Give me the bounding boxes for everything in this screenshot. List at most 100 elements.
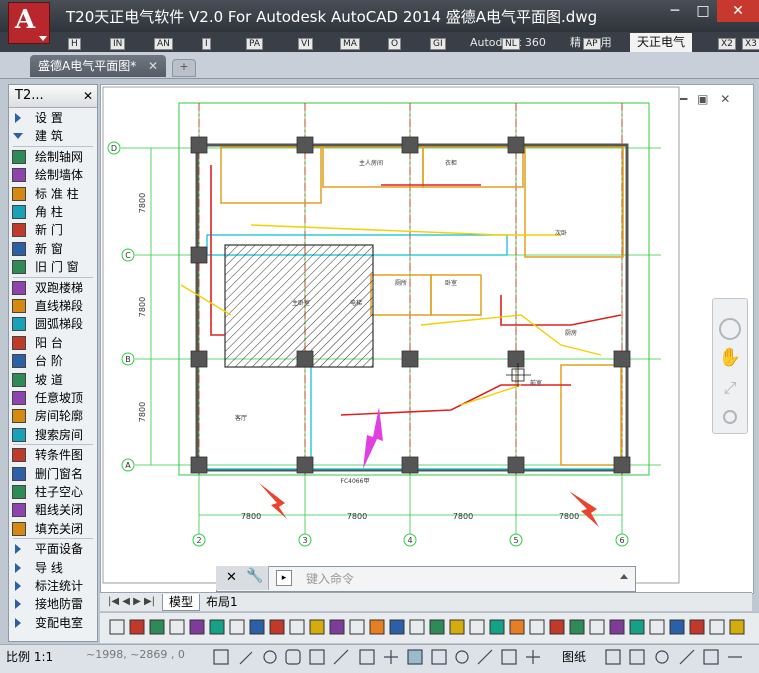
drawing-canvas[interactable]: D C B A 2 3 4 5 6 7800 7800 7800 7800 78… (100, 84, 754, 594)
layout-nav-icons[interactable]: |◀ ◀ ▶ ▶| (102, 594, 161, 610)
transparency-icon[interactable] (407, 649, 423, 665)
toolbar-tool-icon[interactable] (289, 619, 305, 635)
toolbar-tool-icon[interactable] (709, 619, 725, 635)
palette-item[interactable]: 房间轮廓 (9, 407, 97, 425)
document-tab[interactable]: 盛德A电气平面图* ✕ (30, 55, 166, 77)
palette-item[interactable]: 填充关闭 (9, 520, 97, 538)
ribbon-tab-manage[interactable]: MA (338, 36, 360, 50)
ribbon-tab-tianzheng-electric[interactable]: 天正电气 (630, 33, 692, 52)
toolbar-tool-icon[interactable] (729, 619, 745, 635)
toolbar-tool-icon[interactable] (309, 619, 325, 635)
toolbar-tool-icon[interactable] (269, 619, 285, 635)
palette-item[interactable]: 删门窗名 (9, 465, 97, 483)
toolbar-tool-icon[interactable] (409, 619, 425, 635)
palette-item[interactable]: 平面设备 (9, 540, 97, 558)
viewport-restore-button[interactable]: ▣ (697, 92, 708, 106)
palette-header[interactable]: T2... ✕ (9, 85, 97, 108)
ribbon-tab-parametric[interactable]: PA (244, 36, 264, 50)
dyn-icon[interactable] (359, 649, 375, 665)
new-tab-button[interactable]: + (172, 59, 196, 77)
toolbar-tool-icon[interactable] (249, 619, 265, 635)
isolate-icon[interactable] (501, 649, 517, 665)
command-history-icon[interactable] (620, 574, 628, 579)
ribbon-tab-featured[interactable]: 精 AP 用 (570, 36, 612, 50)
auto-scale-icon[interactable] (679, 649, 695, 665)
ribbon-tab-x2[interactable]: X2 (716, 36, 736, 50)
toolbar-tool-icon[interactable] (549, 619, 565, 635)
toolbar-tool-icon[interactable] (609, 619, 625, 635)
toolbar-tool-icon[interactable] (489, 619, 505, 635)
workspace-switch-icon[interactable] (703, 649, 719, 665)
toolbar-tool-icon[interactable] (109, 619, 125, 635)
palette-item[interactable]: 角 柱 (9, 203, 97, 221)
annotation-visibility-icon[interactable] (655, 650, 669, 664)
palette-item[interactable]: 变配电室 (9, 614, 97, 632)
orbit-icon[interactable] (723, 410, 737, 424)
palette-item[interactable]: 柱子空心 (9, 483, 97, 501)
command-close-icon[interactable]: ✕ (226, 570, 237, 585)
ribbon-tab-output[interactable]: O (386, 36, 402, 50)
toolbar-tool-icon[interactable] (529, 619, 545, 635)
palette-item[interactable]: 建 筑 (9, 127, 97, 145)
ribbon-tab-annotate[interactable]: AN (152, 36, 173, 50)
toolbar-tool-icon[interactable] (509, 619, 525, 635)
toolbar-tool-icon[interactable] (229, 619, 245, 635)
ducs-icon[interactable] (333, 649, 349, 665)
zoom-extents-icon[interactable]: ⤢ (724, 378, 737, 397)
toolbar-tool-icon[interactable] (329, 619, 345, 635)
palette-item[interactable]: 转条件图 (9, 446, 97, 464)
toolbar-tool-icon[interactable] (469, 619, 485, 635)
ribbon-tab-i[interactable]: I (200, 36, 211, 50)
palette-item[interactable]: 标注统计 (9, 577, 97, 595)
palette-item[interactable]: 绘制墙体 (9, 166, 97, 184)
annotation-scale[interactable]: 比例 1:1 (6, 648, 53, 665)
quick-props-icon[interactable] (431, 649, 447, 665)
palette-item[interactable]: 新 窗 (9, 240, 97, 258)
palette-item[interactable]: 新 门 (9, 221, 97, 239)
ribbon-tab-x3[interactable]: X3 (740, 36, 759, 50)
viewport-minimize-button[interactable]: ━ (680, 92, 687, 106)
ribbon-tab-home[interactable]: H (66, 36, 81, 50)
palette-close-icon[interactable]: ✕ (83, 85, 93, 107)
palette-item[interactable]: 圆弧梯段 (9, 315, 97, 333)
toolbar-tool-icon[interactable] (209, 619, 225, 635)
pan-hand-icon[interactable]: ✋ (719, 346, 741, 368)
autocad-logo-button[interactable]: A (8, 2, 50, 44)
palette-item[interactable]: 粗线关闭 (9, 501, 97, 519)
toolbar-tool-icon[interactable] (129, 619, 145, 635)
command-prompt-icon[interactable]: ▸ (276, 570, 292, 586)
palette-item[interactable]: 标 准 柱 (9, 185, 97, 203)
palette-item[interactable]: 旧 门 窗 (9, 258, 97, 276)
close-button[interactable]: ✕ (717, 0, 759, 22)
ribbon-tab-insert[interactable]: IN (108, 36, 126, 50)
workspace-icon[interactable] (526, 650, 540, 664)
ribbon-tab-gi[interactable]: GI (428, 36, 446, 50)
tab-layout1[interactable]: 布局1 (200, 594, 244, 610)
toolbar-tool-icon[interactable] (449, 619, 465, 635)
tab-model[interactable]: 模型 (162, 594, 201, 611)
palette-item[interactable]: 绘制轴网 (9, 148, 97, 166)
toolbar-tool-icon[interactable] (149, 619, 165, 635)
toolbar-tool-icon[interactable] (589, 619, 605, 635)
ribbon-tab-view[interactable]: VI (296, 36, 313, 50)
selection-cycling-icon[interactable] (455, 650, 469, 664)
palette-item[interactable]: 接地防雷 (9, 595, 97, 613)
polar-icon[interactable] (263, 650, 277, 664)
osnap-icon[interactable] (285, 649, 301, 665)
steering-wheel-icon[interactable] (719, 318, 741, 340)
toolbar-tool-icon[interactable] (369, 619, 385, 635)
palette-item[interactable]: 设 置 (9, 109, 97, 127)
quick-view-drawings-icon[interactable] (629, 649, 645, 665)
palette-item[interactable]: 坡 道 (9, 371, 97, 389)
snap-mode-icon[interactable] (213, 649, 229, 665)
maximize-button[interactable]: □ (689, 0, 717, 22)
toolbar-tool-icon[interactable] (689, 619, 705, 635)
toolbar-tool-icon[interactable] (649, 619, 665, 635)
palette-item[interactable]: 直线梯段 (9, 297, 97, 315)
command-wrench-icon[interactable]: 🔧 (246, 568, 263, 584)
toolbar-tool-icon[interactable] (429, 619, 445, 635)
palette-item[interactable]: 搜索房间 (9, 426, 97, 444)
viewport-close-button[interactable]: ✕ (720, 92, 730, 106)
palette-item[interactable]: 导 线 (9, 559, 97, 577)
toolbar-tool-icon[interactable] (189, 619, 205, 635)
